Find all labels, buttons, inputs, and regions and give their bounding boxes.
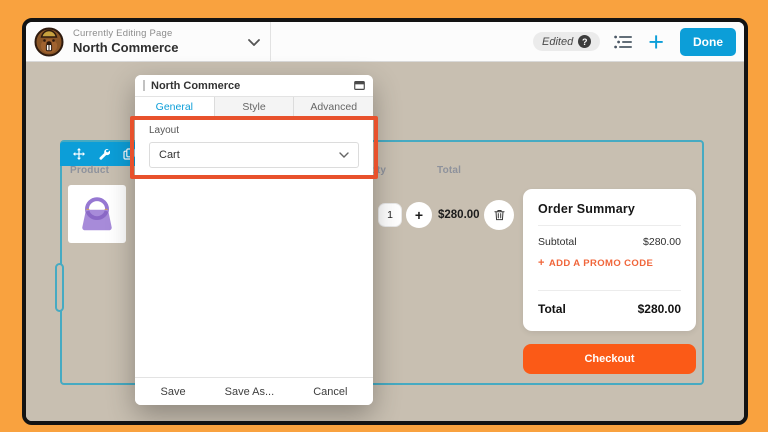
- drag-grip-icon: [143, 80, 145, 91]
- add-content-button[interactable]: +: [646, 29, 666, 55]
- page-title: North Commerce: [73, 40, 178, 55]
- checkout-button[interactable]: Checkout: [523, 344, 696, 374]
- quantity-input[interactable]: 1: [378, 203, 402, 227]
- editor-canvas: Product Quantity Total 1 + $280.00 Order…: [26, 62, 744, 421]
- modal-footer: Save Save As... Cancel: [135, 377, 373, 405]
- remove-item-button[interactable]: [484, 200, 514, 230]
- topbar-divider: [270, 22, 271, 62]
- modal-body: [135, 177, 373, 377]
- promo-label: ADD A PROMO CODE: [549, 258, 653, 269]
- layout-select[interactable]: Cart: [149, 142, 359, 168]
- order-summary-card: Order Summary Subtotal $280.00 + ADD A PR…: [523, 189, 696, 331]
- edited-label: Edited: [542, 36, 573, 48]
- subtotal-label: Subtotal: [538, 236, 577, 248]
- total-label: Total: [538, 302, 566, 316]
- outline-panel-icon[interactable]: [614, 35, 632, 49]
- wrench-icon[interactable]: [98, 148, 110, 160]
- help-icon: ?: [578, 35, 591, 48]
- tab-style[interactable]: Style: [214, 97, 294, 116]
- handbag-icon: [74, 191, 120, 237]
- top-bar: Currently Editing Page North Commerce Ed…: [26, 22, 744, 62]
- layout-select-value: Cart: [159, 149, 339, 161]
- chevron-down-icon: [248, 33, 260, 51]
- module-settings-modal: North Commerce General Style Advanced La…: [135, 75, 373, 405]
- plus-icon: +: [538, 257, 545, 269]
- tab-advanced[interactable]: Advanced: [293, 97, 373, 116]
- add-promo-code-link[interactable]: + ADD A PROMO CODE: [538, 257, 681, 269]
- modal-tabs: General Style Advanced: [135, 97, 373, 117]
- edited-badge[interactable]: Edited ?: [533, 32, 600, 51]
- total-column-header: Total: [437, 165, 461, 176]
- cancel-button[interactable]: Cancel: [313, 386, 347, 398]
- order-summary-title: Order Summary: [538, 202, 681, 216]
- divider: [538, 290, 681, 291]
- move-icon[interactable]: [73, 148, 85, 160]
- window-toggle-icon[interactable]: [354, 81, 365, 90]
- total-value: $280.00: [638, 302, 681, 316]
- modal-titlebar[interactable]: North Commerce: [135, 75, 373, 97]
- done-button[interactable]: Done: [680, 28, 736, 56]
- save-button[interactable]: Save: [161, 386, 186, 398]
- modal-title: North Commerce: [151, 80, 354, 92]
- layout-field: Layout Cart: [135, 117, 373, 177]
- tab-general[interactable]: General: [135, 97, 214, 116]
- row-drag-handle[interactable]: [55, 263, 64, 312]
- save-as-button[interactable]: Save As...: [225, 386, 275, 398]
- product-column-header: Product: [70, 165, 109, 176]
- layout-label: Layout: [149, 125, 359, 136]
- subtotal-value: $280.00: [643, 236, 681, 248]
- divider: [538, 225, 681, 226]
- increase-quantity-button[interactable]: +: [406, 202, 432, 228]
- duplicate-icon[interactable]: [123, 148, 135, 160]
- trash-icon: [494, 209, 505, 221]
- page-title-block: Currently Editing Page North Commerce: [73, 28, 178, 55]
- editing-label: Currently Editing Page: [73, 28, 178, 39]
- beaver-builder-logo: [34, 27, 64, 57]
- app-window: Currently Editing Page North Commerce Ed…: [22, 18, 748, 425]
- chevron-down-icon: [339, 152, 349, 158]
- product-image: [68, 185, 126, 243]
- page-switcher[interactable]: Currently Editing Page North Commerce: [26, 22, 270, 61]
